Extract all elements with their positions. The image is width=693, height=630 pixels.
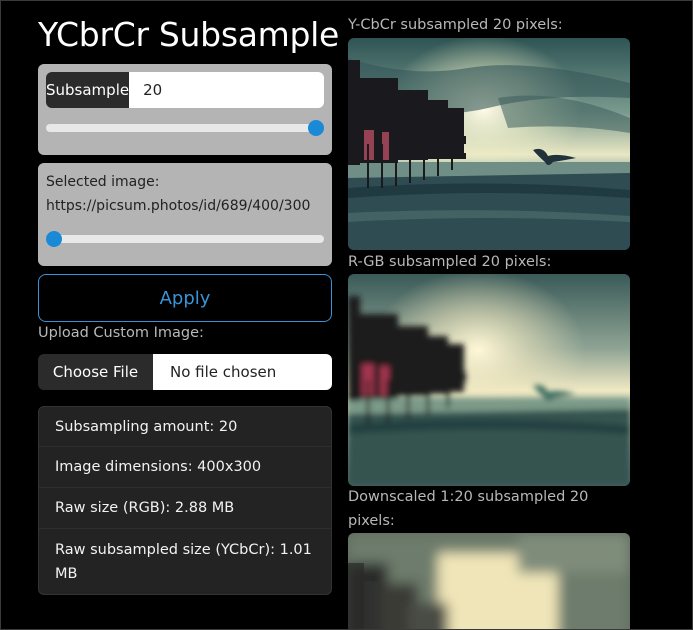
rgb-output-caption: R-GB subsampled 20 pixels:: [348, 254, 552, 270]
file-input[interactable]: Choose File No file chosen: [38, 354, 332, 390]
page-title: YCbrCr Subsample: [38, 15, 339, 54]
subsample-slider-thumb[interactable]: [308, 120, 324, 136]
subsample-prefix-label: Subsample: [46, 72, 130, 108]
image-selector-slider[interactable]: [46, 231, 324, 247]
subsample-slider-track[interactable]: [46, 124, 324, 132]
subsample-card: Subsample pixels: [38, 64, 332, 155]
ycbcr-output-caption: Y-CbCr subsampled 20 pixels:: [348, 17, 563, 33]
image-selector-slider-track[interactable]: [46, 235, 324, 243]
rgb-output-image: [348, 274, 630, 486]
choose-file-button[interactable]: Choose File: [38, 354, 153, 390]
downscaled-output-caption: Downscaled 1:20 subsampled 20 pixels:: [348, 489, 589, 529]
file-name-display: No file chosen: [153, 354, 332, 390]
apply-button[interactable]: Apply: [38, 274, 332, 322]
selected-image-card: Selected image: https://picsum.photos/id…: [38, 163, 332, 266]
stat-image-dimensions: Image dimensions: 400x300: [39, 447, 331, 488]
selected-image-label: Selected image:: [46, 174, 160, 190]
subsample-amount-input[interactable]: [129, 72, 324, 108]
downscaled-output-image: [348, 533, 630, 629]
stat-raw-size: Raw size (RGB): 2.88 MB: [39, 488, 331, 529]
stat-subsampling-amount: Subsampling amount: 20: [39, 407, 331, 447]
subsample-input-group: Subsample pixels: [46, 72, 324, 108]
upload-label: Upload Custom Image:: [38, 325, 204, 341]
stats-list: Subsampling amount: 20 Image dimensions:…: [38, 406, 332, 595]
image-selector-slider-thumb[interactable]: [46, 231, 62, 247]
stat-raw-subsampled-size: Raw subsampled size (YCbCr): 1.01 MB: [55, 541, 312, 582]
app-frame: YCbrCr Subsample Subsample pixels Select…: [0, 0, 693, 630]
selected-image-url: https://picsum.photos/id/689/400/300: [46, 198, 311, 214]
subsample-slider[interactable]: [46, 120, 324, 136]
ycbcr-output-image: [348, 38, 630, 250]
